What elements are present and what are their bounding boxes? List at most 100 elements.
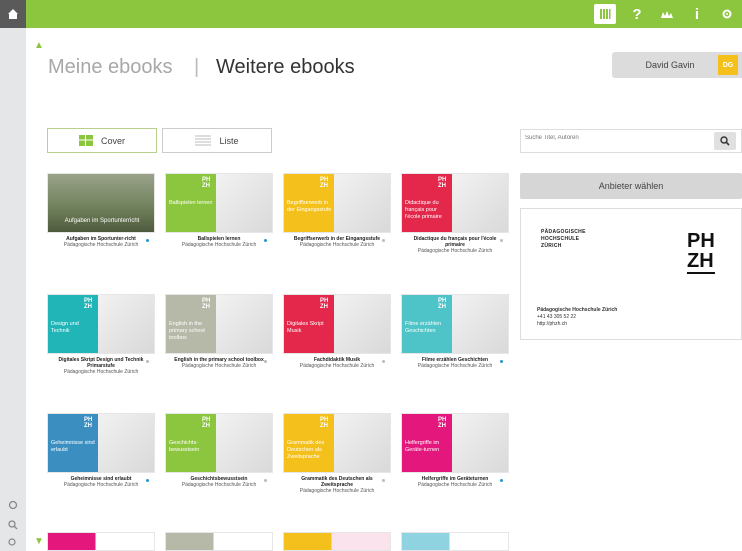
book-cover[interactable]: PH ZH Grammatik des Deutschen als Zweitsp… <box>283 413 391 473</box>
home-icon <box>8 9 18 19</box>
book-cover[interactable]: PH ZH Helfergriffe im Geräte-turnen <box>401 413 509 473</box>
scroll-down-icon[interactable]: ▼ <box>34 536 44 547</box>
book-card[interactable]: PH ZH Didactique du français pour l'école… <box>401 173 509 254</box>
cover-logo: PH ZH <box>320 177 329 189</box>
user-name: David Gavin <box>645 60 695 70</box>
book-publisher: Pädagogische Hochschule Zürich <box>63 242 139 248</box>
status-dot <box>500 360 503 363</box>
cover-logo: PH ZH <box>84 298 93 310</box>
provider-url[interactable]: http://phzh.ch <box>537 321 567 327</box>
book-card[interactable]: PH ZH Begriffserwerb in der Eingangsstufe… <box>283 173 391 248</box>
app-window: ? i ▲ ▼ Meine ebooks | Weitere ebooks Da… <box>0 0 742 551</box>
cover-logo: PH ZH <box>320 417 329 429</box>
book-publisher: Pädagogische Hochschule Zürich <box>299 363 375 369</box>
tab-my-ebooks[interactable]: Meine ebooks <box>48 56 173 79</box>
cover-logo: PH ZH <box>438 417 447 429</box>
book-cover[interactable]: PH ZH Begriffserwerb in der Eingangsstufe <box>283 173 391 233</box>
book-card[interactable]: PH ZH Geschichts-bewusstsein Geschichtsbew… <box>165 413 273 488</box>
cover-title: Digitales Skript Musik <box>287 321 324 334</box>
book-cover[interactable]: PH ZH Design und Technik <box>47 294 155 354</box>
cover-title: Helfergriffe im Geräte-turnen <box>405 440 440 453</box>
search-button[interactable] <box>714 132 736 150</box>
book-publisher: Pädagogische Hochschule Zürich <box>181 363 257 369</box>
book-card-partial[interactable] <box>401 532 509 551</box>
cover-logo: PH ZH <box>202 177 211 189</box>
search-icon[interactable] <box>6 520 20 534</box>
provider-logo: PH ZH <box>687 231 715 275</box>
cover-logo: PH ZH <box>438 298 447 310</box>
book-card[interactable]: PH ZH Helfergriffe im Geräte-turnen Helfer… <box>401 413 509 488</box>
zoom-icon[interactable] <box>6 538 20 551</box>
help-button[interactable]: ? <box>622 0 652 28</box>
cover-image <box>216 174 272 232</box>
book-publisher: Pädagogische Hochschule Zürich <box>63 369 139 375</box>
left-sidebar <box>0 28 26 551</box>
status-dot <box>382 239 385 242</box>
cover-title: Filme erzählen Geschichten <box>405 321 442 334</box>
book-cover[interactable]: PH ZH Geheimnisse sind erlaubt <box>47 413 155 473</box>
library-icon <box>600 9 611 19</box>
book-card-partial[interactable] <box>283 532 391 551</box>
status-dot <box>264 239 267 242</box>
book-cover[interactable]: PH ZH English in the primary school toolb… <box>165 294 273 354</box>
provider-name-line: ZÜRICH <box>541 243 562 249</box>
book-card[interactable]: PH ZH Filme erzählen Geschichten Filme erz… <box>401 294 509 369</box>
cover-title: Begriffserwerb in der Eingangsstufe <box>287 200 332 213</box>
cover-image <box>216 414 272 472</box>
user-menu-button[interactable]: David Gavin DG <box>612 52 742 78</box>
choose-provider-button[interactable]: Anbieter wählen <box>520 173 742 199</box>
sync-icon[interactable] <box>6 500 20 514</box>
info-button[interactable]: i <box>682 0 712 28</box>
book-card-partial[interactable] <box>47 532 155 551</box>
scroll-up-icon[interactable]: ▲ <box>34 40 44 51</box>
settings-button[interactable] <box>712 0 742 28</box>
book-publisher: Pädagogische Hochschule Zürich <box>417 248 493 254</box>
avatar: DG <box>718 55 738 75</box>
book-cover[interactable]: PH ZH Ballspielen lernen <box>165 173 273 233</box>
cover-image <box>98 414 154 472</box>
book-card[interactable]: PH ZH Grammatik des Deutschen als Zweitsp… <box>283 413 391 494</box>
provider-name-line: HOCHSCHULE <box>541 236 580 242</box>
cover-color-panel: PH ZH Begriffserwerb in der Eingangsstufe <box>284 174 334 232</box>
cover-image <box>334 295 390 353</box>
cover-image <box>452 295 508 353</box>
cover-color-panel: PH ZH Helfergriffe im Geräte-turnen <box>402 414 452 472</box>
cover-color-panel: PH ZH Design und Technik <box>48 295 98 353</box>
top-bar: ? i <box>0 0 742 28</box>
book-card[interactable]: PH ZH Digitales Skript Musik Fachdidaktik … <box>283 294 391 369</box>
home-button[interactable] <box>0 0 26 28</box>
logo-underline <box>687 272 715 274</box>
book-card-partial[interactable] <box>165 532 273 551</box>
provider-card[interactable]: PÄDAGOGISCHE HOCHSCHULE ZÜRICH PH ZH Päd… <box>520 208 742 340</box>
book-card[interactable]: Aufgaben im Sportunterricht Aufgaben im S… <box>47 173 155 248</box>
cover-title: Ballspielen lernen <box>169 200 213 206</box>
bookshelf-icon <box>661 11 673 18</box>
cover-title: Design und Technik <box>51 321 79 334</box>
view-cover-label: Cover <box>100 135 125 146</box>
book-cover[interactable]: PH ZH Digitales Skript Musik <box>283 294 391 354</box>
book-cover[interactable]: Aufgaben im Sportunterricht <box>47 173 155 233</box>
book-card[interactable]: PH ZH Design und Technik Digitales Skript … <box>47 294 155 375</box>
tab-more-ebooks[interactable]: Weitere ebooks <box>216 56 355 79</box>
book-cover[interactable]: PH ZH Geschichts-bewusstsein <box>165 413 273 473</box>
search-input[interactable] <box>525 135 705 141</box>
cover-color-panel: PH ZH Filme erzählen Geschichten <box>402 295 452 353</box>
bookshelf-button[interactable] <box>652 0 682 28</box>
book-title: Grammatik des Deutschen als Zweitsprache <box>301 476 373 488</box>
cover-image <box>452 414 508 472</box>
view-list-button[interactable]: Liste <box>162 128 272 153</box>
book-cover[interactable]: PH ZH Filme erzählen Geschichten <box>401 294 509 354</box>
status-dot <box>500 239 503 242</box>
book-card[interactable]: PH ZH English in the primary school toolb… <box>165 294 273 369</box>
book-card[interactable]: PH ZH Ballspielen lernen Ballspielen lerne… <box>165 173 273 248</box>
status-dot <box>382 479 385 482</box>
library-button[interactable] <box>594 4 616 24</box>
cover-logo: PH ZH <box>320 298 329 310</box>
cover-title: Geheimnisse sind erlaubt <box>51 440 95 453</box>
book-cover[interactable]: PH ZH Didactique du français pour l'école… <box>401 173 509 233</box>
book-card[interactable]: PH ZH Geheimnisse sind erlaubt Geheimnisse… <box>47 413 155 488</box>
view-cover-button[interactable]: Cover <box>47 128 157 153</box>
cover-image <box>334 174 390 232</box>
provider-address: Pädagogische Hochschule Zürich +41 43 30… <box>537 307 617 328</box>
cover-color-panel: PH ZH Ballspielen lernen <box>166 174 216 232</box>
